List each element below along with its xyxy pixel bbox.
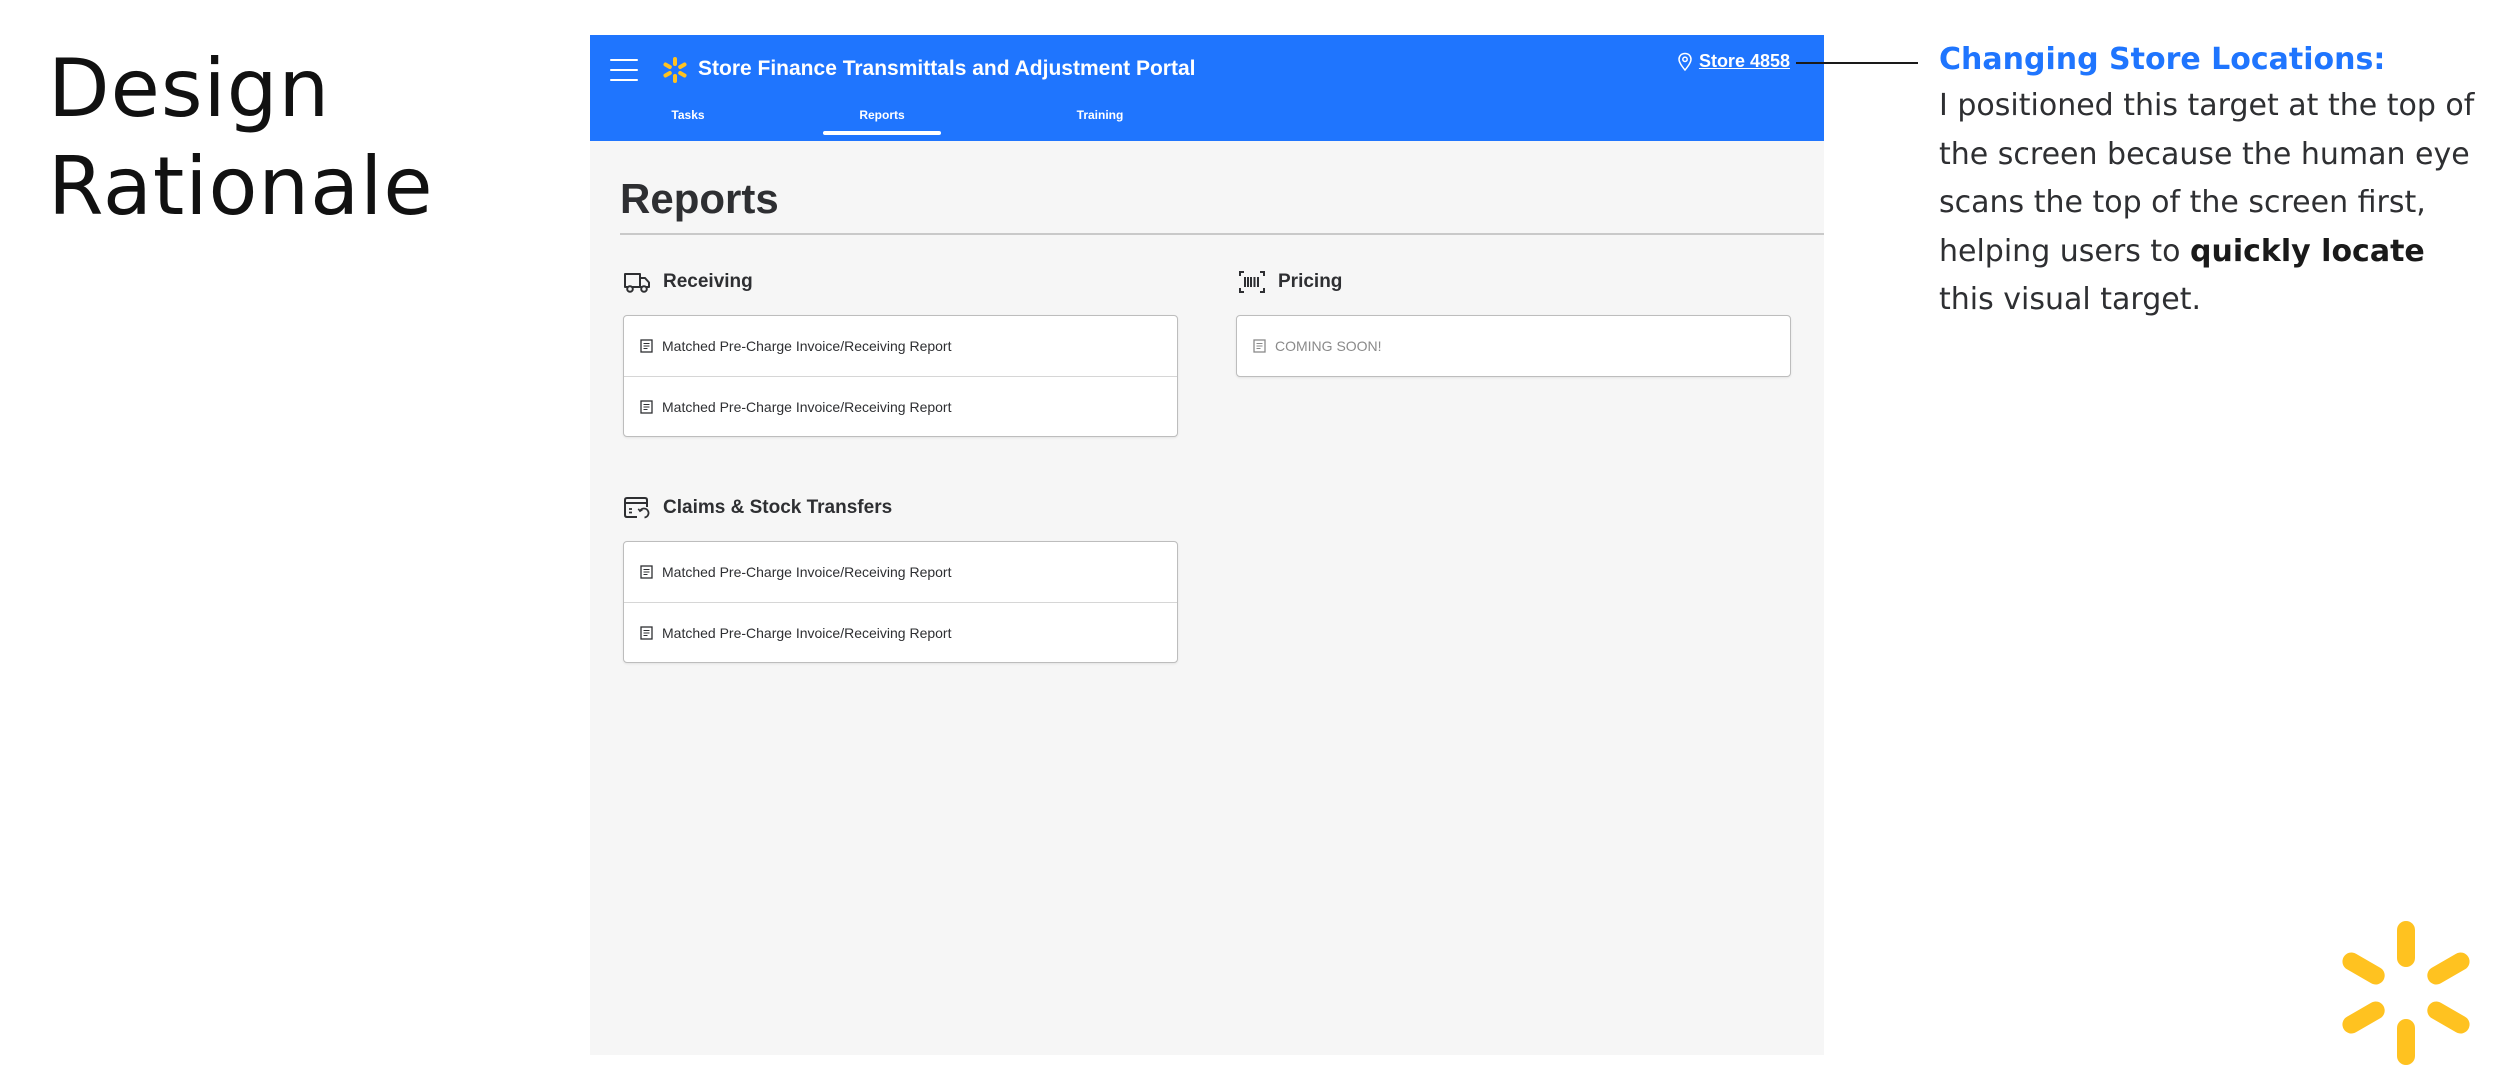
- truck-icon: [624, 273, 650, 293]
- section-pricing-header: Pricing: [1238, 269, 1342, 295]
- app-title: Store Finance Transmittals and Adjustmen…: [698, 57, 1196, 80]
- document-icon: [640, 625, 653, 640]
- tab-bar: Tasks Reports Training: [590, 107, 1824, 141]
- annotation-body-end: this visual target.: [1939, 282, 2202, 317]
- section-claims-title: Claims & Stock Transfers: [663, 497, 893, 518]
- annotation-body-emphasis: quickly locate: [2190, 233, 2425, 269]
- tab-reports[interactable]: Reports: [823, 107, 941, 141]
- slide-title: Design Rationale: [48, 40, 434, 236]
- tab-training[interactable]: Training: [1050, 107, 1150, 141]
- annotation-body: I positioned this target at the top of t…: [1939, 82, 2479, 325]
- document-icon: [640, 399, 653, 414]
- list-item[interactable]: Matched Pre-Charge Invoice/Receiving Rep…: [624, 376, 1177, 436]
- list-item[interactable]: Matched Pre-Charge Invoice/Receiving Rep…: [624, 316, 1177, 376]
- spark-logo-icon: [2342, 921, 2470, 1065]
- list-item[interactable]: Matched Pre-Charge Invoice/Receiving Rep…: [624, 602, 1177, 662]
- heading-divider: [620, 233, 1824, 235]
- slide-title-line-2: Rationale: [48, 140, 434, 233]
- list-item: COMING SOON!: [1237, 316, 1790, 376]
- pricing-report-list: COMING SOON!: [1236, 315, 1791, 377]
- report-link-label: Matched Pre-Charge Invoice/Receiving Rep…: [662, 624, 952, 641]
- app-mockup: Store Finance Transmittals and Adjustmen…: [590, 35, 1824, 1055]
- store-location-link[interactable]: Store 4858: [1677, 51, 1790, 72]
- section-pricing-title: Pricing: [1278, 271, 1343, 292]
- tab-tasks[interactable]: Tasks: [650, 107, 726, 141]
- report-link-label: Matched Pre-Charge Invoice/Receiving Rep…: [662, 338, 952, 354]
- document-icon: [1253, 339, 1266, 353]
- page-title: Reports: [620, 175, 779, 222]
- list-item[interactable]: Matched Pre-Charge Invoice/Receiving Rep…: [624, 542, 1177, 602]
- spark-icon: [663, 57, 687, 83]
- slide-title-line-1: Design: [48, 42, 331, 135]
- coming-soon-label: COMING SOON!: [1275, 338, 1382, 354]
- section-claims-header: Claims & Stock Transfers: [623, 495, 892, 521]
- store-location-label: Store 4858: [1698, 51, 1790, 71]
- report-link-label: Matched Pre-Charge Invoice/Receiving Rep…: [662, 564, 952, 580]
- section-receiving-header: Receiving: [623, 269, 753, 295]
- annotation-title: Changing Store Locations:: [1939, 42, 2386, 77]
- transfer-icon: [624, 497, 650, 519]
- document-icon: [640, 339, 653, 353]
- document-icon: [640, 565, 653, 579]
- hamburger-icon[interactable]: [610, 59, 638, 81]
- annotation-note: Changing Store Locations: I positioned t…: [1939, 38, 2479, 325]
- annotation-connector-line: [1796, 62, 1918, 64]
- report-link-label: Matched Pre-Charge Invoice/Receiving Rep…: [662, 398, 952, 415]
- barcode-icon: [1239, 271, 1265, 293]
- receiving-report-list: Matched Pre-Charge Invoice/Receiving Rep…: [623, 315, 1178, 437]
- top-navigation-bar: Store Finance Transmittals and Adjustmen…: [590, 35, 1824, 141]
- location-pin-icon: [1678, 52, 1692, 71]
- claims-report-list: Matched Pre-Charge Invoice/Receiving Rep…: [623, 541, 1178, 663]
- section-receiving-title: Receiving: [663, 271, 753, 292]
